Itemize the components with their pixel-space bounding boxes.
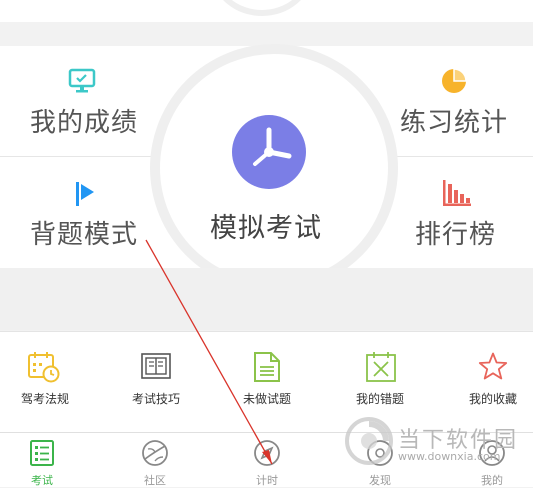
annotation-arrow bbox=[145, 239, 273, 465]
